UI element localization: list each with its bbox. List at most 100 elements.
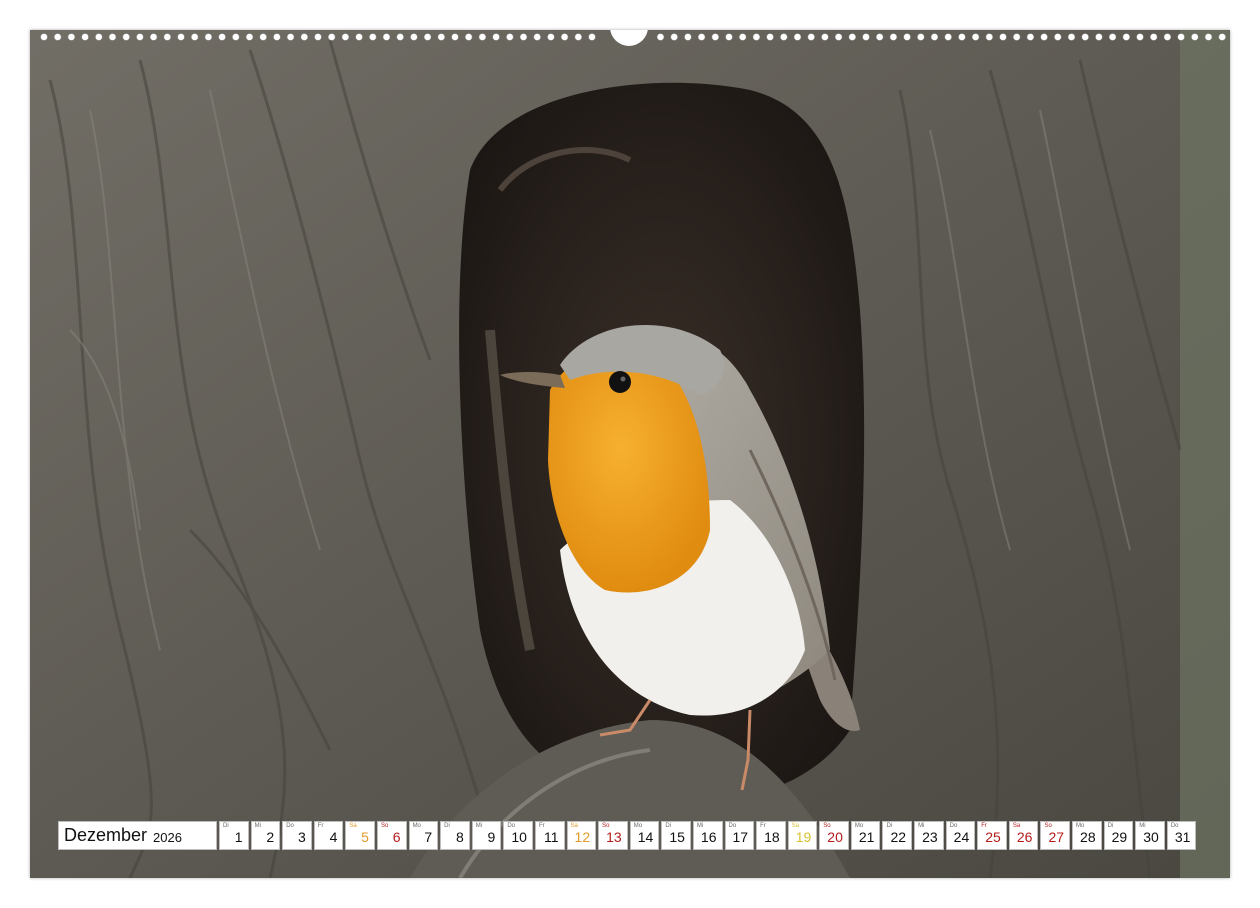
- binding-hole: [451, 33, 459, 41]
- binding-hole: [218, 33, 226, 41]
- binding-hole: [985, 33, 993, 41]
- day-cell: Sa 12: [566, 821, 597, 850]
- binding-hole: [533, 33, 541, 41]
- binding-hole: [1191, 33, 1199, 41]
- binding-hole: [944, 33, 952, 41]
- day-number: 4: [329, 829, 338, 845]
- binding-hole: [1013, 33, 1021, 41]
- day-cell: So 6: [376, 821, 407, 850]
- binding-hole: [328, 33, 336, 41]
- binding-hole: [286, 33, 295, 41]
- binding-hole: [492, 33, 500, 41]
- binding-hole: [1054, 33, 1062, 41]
- weekday-abbrev: Sa: [349, 823, 357, 829]
- binding-hole: [807, 33, 815, 41]
- binding-hole: [1081, 33, 1089, 41]
- binding-hole: [191, 33, 199, 41]
- binding-hole: [1122, 33, 1130, 41]
- day-cell: Mo 14: [629, 821, 660, 850]
- day-cell: Sa 26: [1008, 821, 1039, 850]
- binding-hole: [410, 33, 418, 41]
- day-number: 28: [1080, 829, 1096, 845]
- day-cell: Di 8: [440, 821, 470, 850]
- weekday-abbrev: Mo: [412, 823, 421, 829]
- day-cell: Mo 21: [850, 821, 881, 850]
- binding-hole: [958, 33, 966, 41]
- day-cell: Fr 18: [756, 821, 786, 850]
- binding-hole: [40, 33, 48, 41]
- weekday-abbrev: Do: [286, 823, 294, 829]
- weekday-abbrev: Di: [223, 823, 229, 829]
- binding-hole: [684, 33, 692, 41]
- day-number: 5: [361, 829, 369, 845]
- binding-hole: [204, 33, 213, 41]
- robin-in-tree-hollow-photo: [30, 30, 1230, 878]
- binding-hole: [300, 33, 308, 41]
- day-cell: Di 15: [661, 821, 691, 850]
- day-number: 29: [1111, 829, 1128, 845]
- binding-hole: [108, 33, 117, 41]
- binding-hole: [273, 33, 281, 41]
- binding-hole: [81, 33, 89, 41]
- day-number: 21: [858, 829, 875, 845]
- binding-hole: [519, 33, 528, 41]
- binding-hole: [355, 33, 363, 41]
- day-number: 17: [732, 829, 749, 845]
- binding-hole: [149, 33, 158, 41]
- day-cell: Do 31: [1166, 821, 1197, 850]
- binding-hole: [1040, 33, 1048, 41]
- binding-hole: [917, 33, 925, 41]
- day-number: 6: [392, 829, 401, 845]
- day-number: 9: [487, 829, 496, 845]
- binding-hole: [259, 33, 267, 41]
- day-number: 2: [266, 829, 275, 845]
- day-number: 15: [669, 829, 685, 845]
- day-number: 16: [700, 829, 717, 845]
- day-number: 12: [574, 829, 591, 845]
- day-cell: Sa 19: [787, 821, 818, 850]
- binding-hole: [766, 33, 774, 41]
- binding-hole: [177, 33, 185, 41]
- binding-hole: [232, 33, 240, 41]
- day-cell: Do 17: [724, 821, 755, 850]
- binding-hole: [793, 33, 802, 41]
- day-number: 19: [795, 829, 812, 845]
- day-number: 23: [922, 829, 938, 845]
- day-cell: So 13: [598, 821, 628, 850]
- binding-hole: [725, 33, 733, 41]
- binding-hole: [656, 33, 665, 41]
- weekday-abbrev: Mi: [254, 823, 261, 829]
- binding-hole: [136, 33, 144, 41]
- day-number: 27: [1048, 829, 1065, 845]
- day-number: 25: [985, 829, 1001, 845]
- binding-hole: [1026, 33, 1035, 41]
- day-number: 8: [455, 829, 464, 845]
- day-number: 14: [637, 829, 654, 845]
- binding-hole: [739, 33, 747, 41]
- binding-hole: [396, 33, 404, 41]
- day-cell: Sa 5: [345, 821, 375, 850]
- day-number: 20: [827, 829, 843, 845]
- day-cell: So 27: [1040, 821, 1071, 850]
- binding-hole: [465, 33, 473, 41]
- binding-hole: [547, 33, 555, 41]
- day-number: 11: [543, 829, 559, 845]
- weekday-abbrev: So: [380, 823, 389, 829]
- day-number: 24: [953, 829, 970, 845]
- binding-hole: [506, 33, 514, 41]
- day-cell: Di 1: [219, 821, 249, 850]
- binding-hole: [1095, 33, 1103, 41]
- binding-hole: [752, 33, 761, 41]
- binding-hole: [369, 33, 377, 41]
- day-number: 31: [1174, 829, 1191, 845]
- day-cell: Di 22: [882, 821, 913, 850]
- day-cell: Fr 11: [534, 821, 565, 850]
- weekday-abbrev: Fr: [317, 823, 324, 829]
- day-number: 18: [764, 829, 780, 845]
- binding-hole: [1163, 33, 1172, 41]
- binding-hole: [245, 33, 254, 41]
- binding-hole: [54, 33, 62, 41]
- day-cell: Fr 4: [313, 821, 344, 850]
- weekday-abbrev: Di: [444, 823, 450, 829]
- binding-hole: [862, 33, 870, 41]
